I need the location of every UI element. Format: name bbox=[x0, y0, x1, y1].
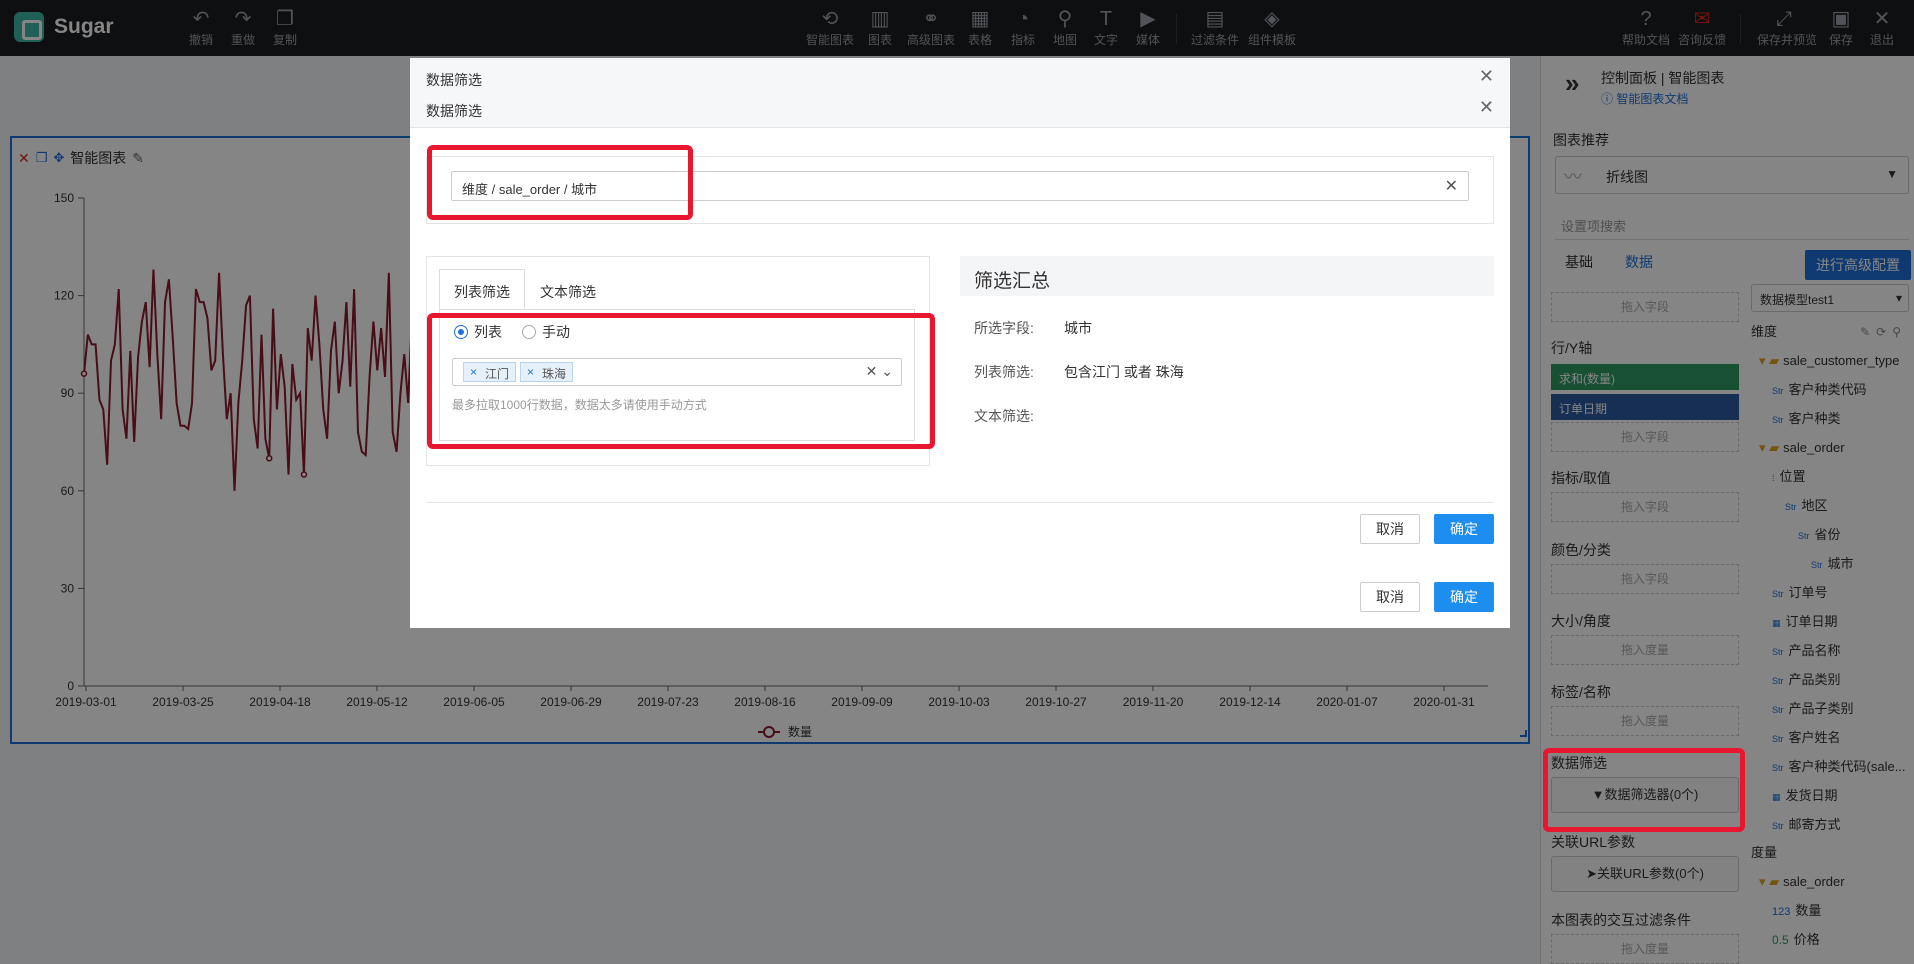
filter-tabs: 列表筛选 文本筛选 bbox=[439, 269, 611, 309]
highlight-field-path bbox=[427, 145, 693, 220]
tab-text-filter[interactable]: 文本筛选 bbox=[525, 269, 611, 309]
close-icon[interactable]: ✕ bbox=[1479, 66, 1494, 87]
dialog-footer: 取消 确定 bbox=[1360, 582, 1494, 612]
highlight-data-filter bbox=[1543, 748, 1745, 832]
filter-summary: 筛选汇总 所选字段: 城市 列表筛选: 包含江门 或者 珠海 文本筛选: bbox=[960, 256, 1494, 456]
summary-text-key: 文本筛选: bbox=[974, 408, 1034, 424]
dialog-title: 数据筛选 bbox=[426, 72, 482, 88]
tab-list-filter[interactable]: 列表筛选 bbox=[439, 269, 525, 309]
cancel-button[interactable]: 取消 bbox=[1360, 582, 1420, 612]
footer-divider bbox=[426, 502, 1494, 503]
summary-field-row: 所选字段: 城市 bbox=[974, 318, 1092, 338]
summary-field-value: 城市 bbox=[1064, 320, 1092, 336]
clear-icon[interactable]: ✕ bbox=[1445, 176, 1458, 196]
summary-field-key: 所选字段: bbox=[974, 320, 1034, 336]
summary-list-key: 列表筛选: bbox=[974, 364, 1034, 380]
summary-list-value: 包含江门 或者 珠海 bbox=[1064, 364, 1184, 380]
highlight-list-filter bbox=[427, 313, 935, 449]
summary-list-row: 列表筛选: 包含江门 或者 珠海 bbox=[974, 362, 1184, 382]
summary-title: 筛选汇总 bbox=[960, 256, 1494, 296]
dialog-title: 数据筛选 bbox=[426, 103, 482, 119]
dialog-header: 数据筛选 ✕ bbox=[410, 88, 1510, 128]
confirm-button[interactable]: 确定 bbox=[1434, 514, 1494, 544]
dialog-footer: 取消 确定 bbox=[1360, 514, 1494, 544]
confirm-button[interactable]: 确定 bbox=[1434, 582, 1494, 612]
cancel-button[interactable]: 取消 bbox=[1360, 514, 1420, 544]
close-icon[interactable]: ✕ bbox=[1479, 97, 1494, 118]
summary-text-row: 文本筛选: bbox=[974, 406, 1064, 426]
